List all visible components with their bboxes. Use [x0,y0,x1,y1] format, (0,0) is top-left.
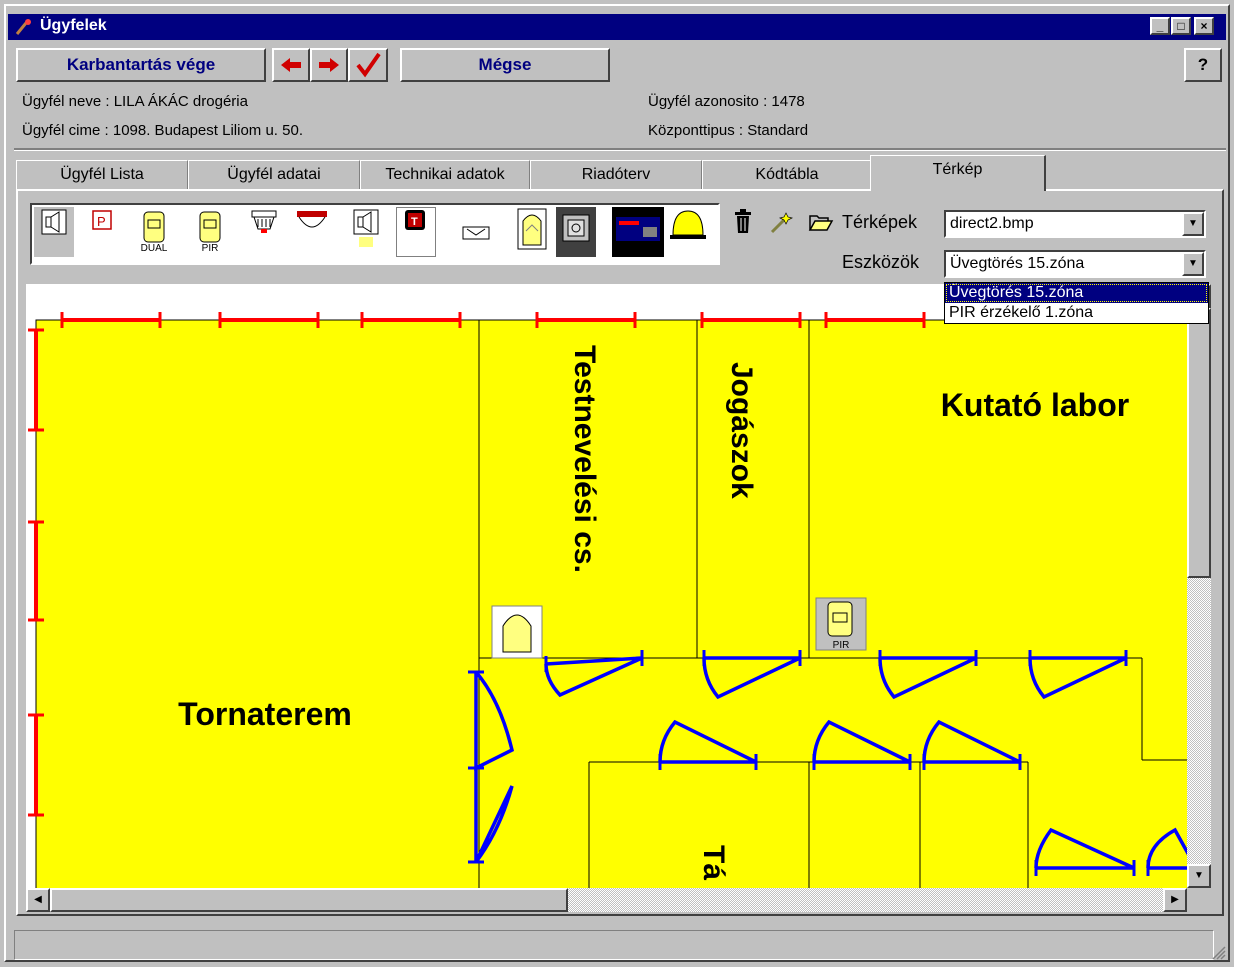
central-type: Központtipus : Standard [648,122,809,139]
heat-detector-icon [297,211,327,228]
control-panel-icon [616,217,660,241]
arrow-right-icon [319,58,339,72]
close-button[interactable]: × [1194,17,1214,35]
tool-control-panel[interactable] [612,207,664,257]
dropdown-option[interactable]: Üvegtörés 15.zóna [945,283,1208,303]
tab-map[interactable]: Térkép [870,155,1046,191]
svg-text:PIR: PIR [833,640,850,651]
speaker-icon [353,209,379,247]
next-button[interactable] [310,48,348,82]
title-bar[interactable]: Ügyfelek _ □ × [8,14,1226,40]
prev-button[interactable] [272,48,310,82]
tab-client-data[interactable]: Ügyfél adatai [188,160,360,190]
scroll-corner [1187,888,1211,912]
room-label-jogaszok: Jogászok [725,362,758,499]
maps-label: Térképek [842,212,918,232]
status-bar [14,930,1214,960]
dual-sensor-icon [143,211,165,243]
floor-plan[interactable]: Tornaterem Testnevelési cs. Jogászok Kut… [26,284,1188,888]
panic-icon: P [92,210,112,230]
client-name: Ügyfél neve : LILA ÁKÁC drogéria [22,93,248,110]
tool-dual[interactable]: DUAL [134,207,174,257]
dropdown-option[interactable]: PIR érzékelő 1.zóna [945,303,1208,323]
chevron-down-icon[interactable]: ▼ [1182,212,1204,236]
delete-button[interactable] [732,209,754,238]
tool-heat-detector[interactable] [292,207,332,257]
smoke-detector-icon [251,210,277,233]
speaker-icon [41,209,67,235]
tool-keypad[interactable] [556,207,596,257]
open-folder-button[interactable] [808,212,834,237]
tool-smoke-detector[interactable] [244,207,284,257]
scroll-left-button[interactable]: ◀ [26,888,50,912]
wand-icon [770,212,794,234]
app-icon [15,19,31,35]
client-address: Ügyfél cime : 1098. Budapest Liliom u. 5… [22,122,303,139]
tool-magnetic-contact[interactable] [456,207,496,257]
cancel-button[interactable]: Mégse [400,48,610,82]
tamper-icon: T [405,210,425,230]
horizontal-scrollbar[interactable]: ◀ ▶ [26,888,1187,912]
devices-select[interactable]: Üvegtörés 15.zóna ▼ [944,250,1206,278]
tool-tamper[interactable]: T [396,207,436,257]
arrow-left-icon [281,58,301,72]
room-label-testnevelesi: Testnevelési cs. [568,345,601,573]
client-id: Ügyfél azonosito : 1478 [648,93,805,110]
help-button[interactable]: ? [1184,48,1222,82]
properties-button[interactable] [768,210,794,239]
map-canvas[interactable]: Tornaterem Testnevelési cs. Jogászok Kut… [26,284,1188,888]
tab-technical-data[interactable]: Technikai adatok [360,160,530,190]
tool-panic[interactable]: P [84,207,124,257]
trash-icon [735,209,751,233]
room-label-ta: Tá [697,845,730,880]
maps-select[interactable]: direct2.bmp ▼ [944,210,1206,238]
vertical-scrollbar[interactable]: ▲ ▼ [1187,284,1211,888]
vertical-scroll-thumb[interactable] [1187,308,1211,578]
ok-button[interactable] [348,48,388,82]
help-icon: ? [1197,55,1209,74]
maximize-button[interactable]: □ [1171,17,1191,35]
glass-break-icon[interactable] [491,605,543,659]
tool-sounder[interactable] [346,207,386,257]
tool-pir[interactable]: PIR [190,207,230,257]
tool-flasher[interactable] [668,207,708,257]
window-title: Ügyfelek [40,17,107,34]
svg-text:T: T [411,216,418,228]
scroll-down-button[interactable]: ▼ [1187,864,1211,888]
tool-siren[interactable] [34,207,74,257]
folder-open-icon [808,215,834,231]
room-label-kutato-labor: Kutató labor [941,387,1129,423]
devices-dropdown-list: Üvegtörés 15.zóna PIR érzékelő 1.zóna [944,282,1209,324]
room-label-tornaterem: Tornaterem [178,696,352,732]
keypad-icon [562,214,590,242]
horizontal-scroll-thumb[interactable] [50,888,568,912]
tool-glass-break[interactable] [512,207,552,257]
devices-label: Eszközök [842,252,920,272]
glass-break-icon [517,208,547,250]
finish-maintenance-button[interactable]: Karbantartás vége [16,48,266,82]
chevron-down-icon[interactable]: ▼ [1182,252,1204,276]
divider [14,148,1226,151]
svg-text:P: P [97,214,106,229]
pir-sensor-icon [199,211,221,243]
flasher-icon [670,210,706,239]
tab-client-list[interactable]: Ügyfél Lista [16,160,188,190]
tab-alarm-plan[interactable]: Riadóterv [530,160,702,190]
minimize-button[interactable]: _ [1150,17,1170,35]
resize-grip-icon[interactable] [1210,944,1226,960]
pir-sensor-icon[interactable]: PIR [815,597,867,651]
scroll-right-button[interactable]: ▶ [1163,888,1187,912]
tab-code-table[interactable]: Kódtábla [702,160,872,190]
checkmark-icon [356,52,381,78]
magnetic-contact-icon [462,226,490,240]
